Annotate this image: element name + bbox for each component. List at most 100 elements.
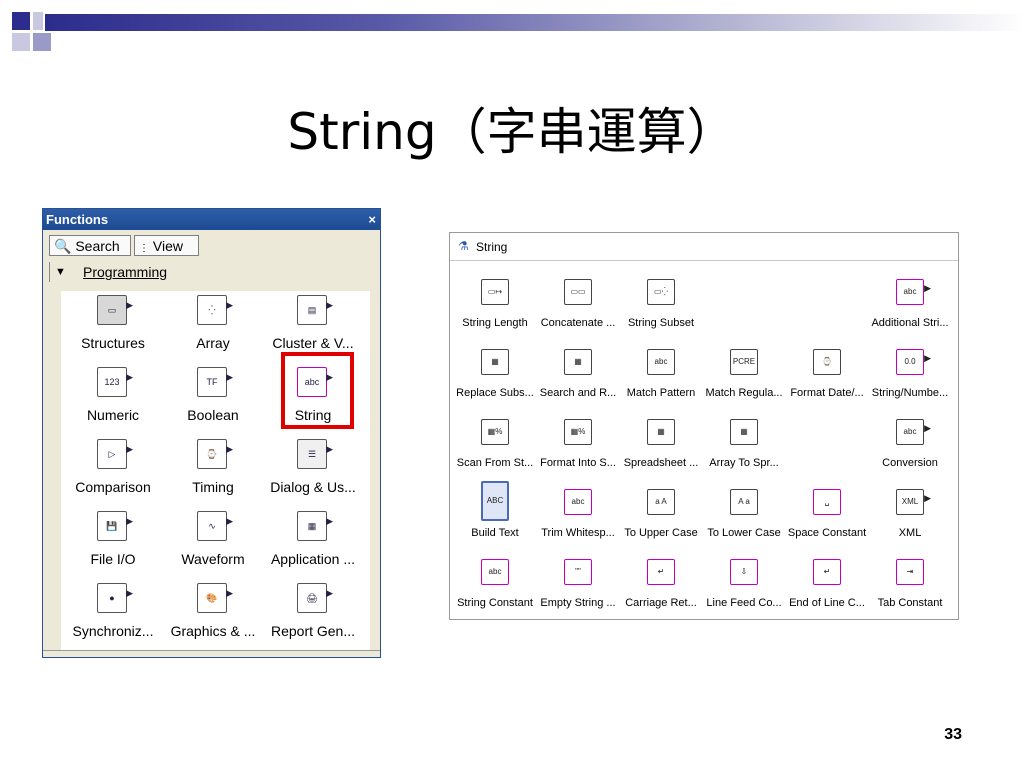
build-text-icon: ABC [481, 481, 509, 521]
functions-palette: Functions × 🔍 Search ⋮ View ▼ Programmin… [42, 208, 381, 658]
string-fn-tab-constant[interactable]: ⇥ Tab Constant [868, 555, 952, 619]
string-fn-match-pattern[interactable]: abc Match Pattern [619, 345, 703, 415]
string-fn-label: Carriage Ret... [625, 597, 697, 609]
array-icon: ⁛ ▶ [197, 295, 233, 325]
function-item-cluster[interactable]: ▤ ▶ Cluster & V... [263, 291, 363, 361]
string-fn-match-regula[interactable]: PCRE Match Regula... [702, 345, 786, 415]
string-fn-string-constant[interactable]: abc String Constant [453, 555, 537, 619]
decor-square-dark [12, 12, 30, 30]
cluster-icon: ▤ ▶ [297, 295, 333, 325]
report-icon: 🖨 ▶ [297, 583, 333, 613]
string-fn-string-length[interactable]: ▭↦ String Length [453, 275, 537, 345]
array-to-spr-icon: ▦ [730, 419, 758, 445]
programming-category-label[interactable]: Programming [83, 264, 167, 280]
submenu-arrow-icon: ▶ [226, 516, 233, 526]
string-numbe-icon: 0.0 ▶ [896, 349, 931, 375]
string-fn-label: String Length [462, 317, 528, 329]
string-fn-label: Replace Subs... [456, 387, 534, 399]
submenu-arrow-icon: ▶ [126, 300, 133, 310]
string-fn-label: Empty String ... [540, 597, 616, 609]
string-fn-spreadsheet[interactable]: ▦ Spreadsheet ... [619, 415, 703, 485]
submenu-arrow-icon: ▶ [326, 444, 333, 454]
string-fn-string-subset[interactable]: ▭⁛ String Subset [619, 275, 703, 345]
submenu-arrow-icon: ▶ [226, 588, 233, 598]
string-fn-array-to-spr[interactable]: ▦ Array To Spr... [702, 415, 786, 485]
string-fn-to-lower-case[interactable]: A a To Lower Case [702, 485, 786, 555]
end-of-line-c-icon: ↵ [813, 559, 841, 585]
match-pattern-icon: abc [647, 349, 675, 375]
trim-whitesp-icon: abc [564, 489, 592, 515]
string-fn-to-upper-case[interactable]: a A To Upper Case [619, 485, 703, 555]
function-item-file-io[interactable]: 💾 ▶ File I/O [63, 507, 163, 577]
function-item-graphics[interactable]: 🎨 ▶ Graphics & ... [163, 579, 263, 649]
collapse-triangle-icon[interactable]: ▼ [55, 266, 66, 278]
string-subset-icon: ▭⁛ [647, 279, 675, 305]
string-fn-format-date[interactable]: ⌚ Format Date/... [785, 345, 869, 415]
function-item-report[interactable]: 🖨 ▶ Report Gen... [263, 579, 363, 649]
string-fn-string-numbe[interactable]: 0.0 ▶ String/Numbe... [868, 345, 952, 415]
carriage-ret-icon: ↵ [647, 559, 675, 585]
decor-square-light [33, 33, 51, 51]
string-fn-carriage-ret[interactable]: ↵ Carriage Ret... [619, 555, 703, 619]
string-highlight-box [281, 352, 354, 429]
string-fn-space-constant[interactable]: ␣ Space Constant [785, 485, 869, 555]
string-fn-xml[interactable]: XML ▶ XML [868, 485, 952, 555]
string-palette: ⚗ String ▭↦ String Length ▭▭ Concatenate ..… [449, 232, 959, 620]
synchronization-icon: ● ▶ [97, 583, 133, 613]
function-item-waveform[interactable]: ∿ ▶ Waveform [163, 507, 263, 577]
function-item-comparison[interactable]: ▷ ▶ Comparison [63, 435, 163, 505]
palette-footer [43, 650, 380, 657]
string-fn-label: End of Line C... [789, 597, 865, 609]
search-button-label: Search [75, 238, 120, 254]
submenu-arrow-icon: ▶ [126, 372, 133, 382]
string-fn-scan-from-st[interactable]: ▦% Scan From St... [453, 415, 537, 485]
string-fn-end-of-line-c[interactable]: ↵ End of Line C... [785, 555, 869, 619]
string-fn-search-and-r[interactable]: ▦ Search and R... [536, 345, 620, 415]
concatenate-icon: ▭▭ [564, 279, 592, 305]
string-fn-label: To Upper Case [624, 527, 698, 539]
view-button-label: View [152, 238, 183, 254]
search-and-r-icon: ▦ [564, 349, 592, 375]
submenu-arrow-icon: ▶ [924, 283, 931, 293]
function-item-array[interactable]: ⁛ ▶ Array [163, 291, 263, 361]
view-button[interactable]: ⋮ View [134, 235, 199, 256]
string-fn-build-text[interactable]: ABC Build Text [453, 481, 537, 555]
graphics-icon: 🎨 ▶ [197, 583, 233, 613]
space-constant-icon: ␣ [813, 489, 841, 515]
function-item-boolean[interactable]: TF ▶ Boolean [163, 363, 263, 433]
conversion-icon: abc ▶ [896, 419, 931, 445]
function-item-dialog[interactable]: ☰ ▶ Dialog & Us... [263, 435, 363, 505]
string-fn-conversion[interactable]: abc ▶ Conversion [868, 415, 952, 485]
string-fn-label: Match Regula... [705, 387, 783, 399]
string-fn-replace-subs[interactable]: ▦ Replace Subs... [453, 345, 537, 415]
functions-palette-title: Functions [46, 212, 109, 227]
function-item-timing[interactable]: ⌚ ▶ Timing [163, 435, 263, 505]
string-fn-label: To Lower Case [707, 527, 781, 539]
string-fn-label: Build Text [471, 527, 519, 539]
string-fn-label: String Subset [627, 317, 695, 329]
function-item-application[interactable]: ▦ ▶ Application ... [263, 507, 363, 577]
string-fn-label: XML [898, 527, 922, 539]
close-icon[interactable]: × [368, 209, 376, 230]
submenu-arrow-icon: ▶ [924, 493, 931, 503]
string-fn-label: Line Feed Co... [706, 597, 782, 609]
decor-header-bar [45, 14, 1024, 31]
pin-icon[interactable]: ⚗ [458, 239, 469, 253]
decor-square-top [33, 12, 43, 30]
string-fn-additional-stri[interactable]: abc ▶ Additional Stri... [868, 275, 952, 345]
submenu-arrow-icon: ▶ [326, 588, 333, 598]
boolean-icon: TF ▶ [197, 367, 233, 397]
string-fn-empty-string[interactable]: "" Empty String ... [536, 555, 620, 619]
function-item-structures[interactable]: ▭ ▶ Structures [63, 291, 163, 361]
function-item-numeric[interactable]: 123 ▶ Numeric [63, 363, 163, 433]
empty-string-icon: "" [564, 559, 592, 585]
string-fn-trim-whitesp[interactable]: abc Trim Whitesp... [536, 485, 620, 555]
function-item-synchronization[interactable]: ● ▶ Synchroniz... [63, 579, 163, 649]
string-fn-format-into-s[interactable]: ▦% Format Into S... [536, 415, 620, 485]
string-fn-label: Spreadsheet ... [623, 457, 699, 469]
search-button[interactable]: 🔍 Search [49, 235, 131, 256]
string-fn-label: Conversion [882, 457, 938, 469]
string-fn-concatenate[interactable]: ▭▭ Concatenate ... [536, 275, 620, 345]
string-fn-line-feed-co[interactable]: ⇩ Line Feed Co... [702, 555, 786, 619]
functions-palette-header: Functions × [43, 209, 380, 230]
